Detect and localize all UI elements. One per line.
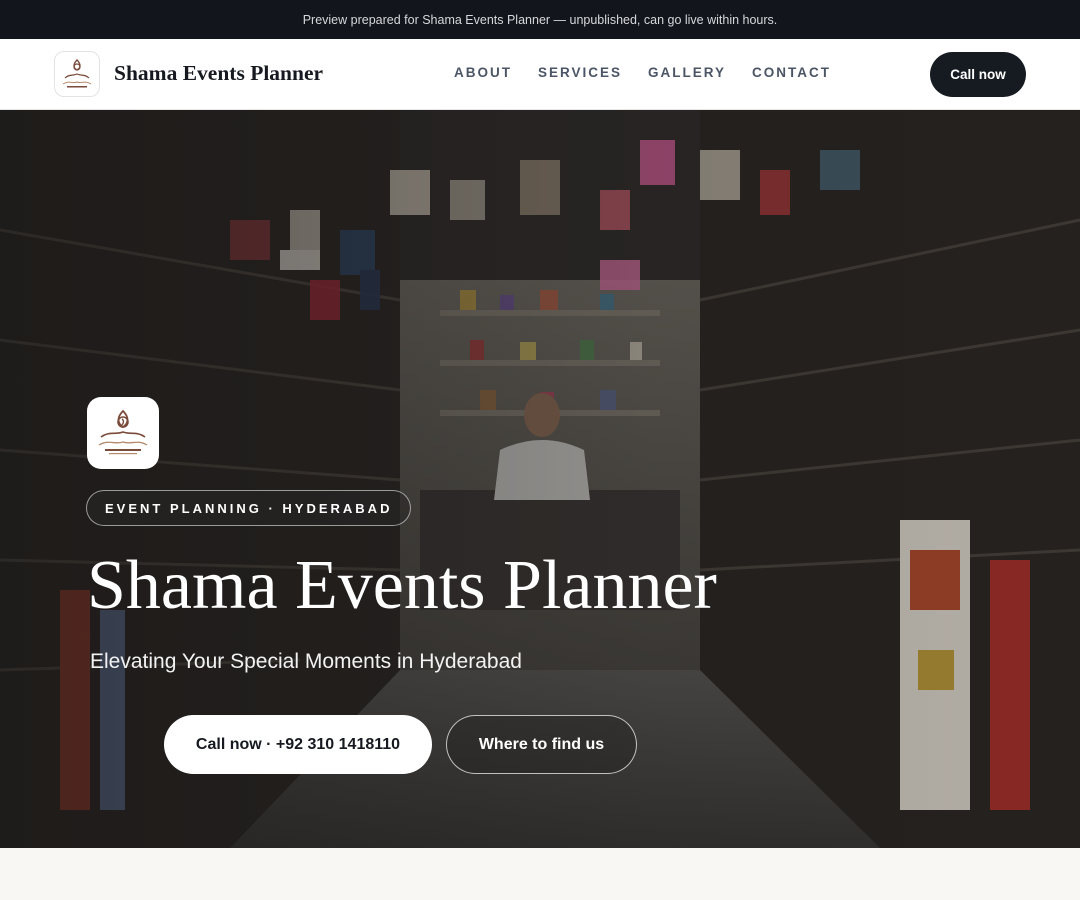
brand-name[interactable]: Shama Events Planner [114, 61, 323, 86]
main-nav: ABOUT SERVICES GALLERY CONTACT [454, 65, 831, 80]
hero-subtitle: Elevating Your Special Moments in Hydera… [90, 650, 522, 673]
call-now-phone-button[interactable]: Call now · +92 310 1418110 [164, 715, 432, 774]
site-header: Shama Events Planner ABOUT SERVICES GALL… [0, 39, 1080, 110]
nav-about[interactable]: ABOUT [454, 65, 512, 80]
shama-logo-icon [62, 59, 92, 88]
preview-banner: Preview prepared for Shama Events Planne… [0, 0, 1080, 39]
nav-services[interactable]: SERVICES [538, 65, 622, 80]
hero-title: Shama Events Planner [87, 547, 717, 624]
hero-section: EVENT PLANNING · HYDERABAD Shama Events … [0, 110, 1080, 848]
nav-gallery[interactable]: GALLERY [648, 65, 726, 80]
where-to-find-us-button[interactable]: Where to find us [446, 715, 637, 774]
brand-logo[interactable] [54, 51, 100, 97]
shama-logo-icon [98, 409, 148, 455]
next-section [0, 848, 1080, 900]
hero-tag: EVENT PLANNING · HYDERABAD [86, 490, 412, 526]
call-now-button[interactable]: Call now [930, 52, 1026, 97]
hero-logo [87, 397, 159, 469]
preview-banner-text: Preview prepared for Shama Events Planne… [302, 12, 778, 27]
nav-contact[interactable]: CONTACT [752, 65, 831, 80]
